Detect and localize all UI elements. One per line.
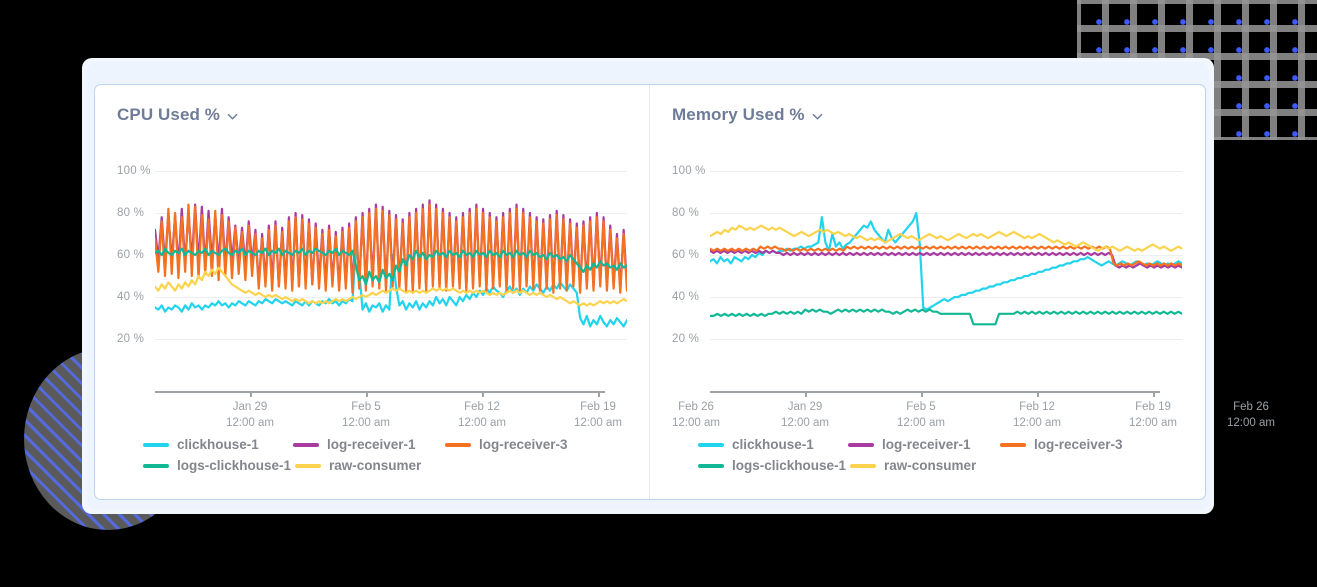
panel-memory-used: Memory Used % 100 % 80 % 60 % 40 % 20 % …: [650, 85, 1275, 499]
legend-label: raw-consumer: [329, 458, 422, 473]
y-axis-label: 80 %: [672, 207, 700, 219]
legend-memory: clickhouse-1 log-receiver-1 log-receiver…: [698, 437, 1198, 473]
y-axis-label: 60 %: [117, 249, 145, 261]
legend-item-log-receiver-1[interactable]: log-receiver-1: [293, 437, 445, 452]
legend-swatch: [295, 463, 321, 468]
legend-item-raw-consumer[interactable]: raw-consumer: [295, 458, 455, 473]
x-axis-tick-label: Feb 12 12:00 am: [1013, 401, 1061, 429]
legend-item-raw-consumer[interactable]: raw-consumer: [850, 458, 1010, 473]
legend-label: logs-clickhouse-1: [177, 458, 292, 473]
legend-swatch: [850, 463, 876, 468]
legend-item-clickhouse-1[interactable]: clickhouse-1: [698, 437, 848, 452]
legend-label: clickhouse-1: [177, 437, 259, 452]
plot-area-memory: 100 % 80 % 60 % 40 % 20 %: [672, 163, 1182, 393]
panel-title-memory[interactable]: Memory Used %: [672, 105, 823, 125]
legend-label: raw-consumer: [884, 458, 977, 473]
legend-label: log-receiver-1: [327, 437, 416, 452]
legend-item-log-receiver-3[interactable]: log-receiver-3: [445, 437, 605, 452]
line-chart-memory: [710, 163, 1182, 393]
x-axis-tick-label: Feb 5 12:00 am: [342, 401, 390, 429]
x-axis-tick-label: Feb 12 12:00 am: [458, 401, 506, 429]
legend-swatch: [698, 463, 724, 468]
legend-swatch: [143, 463, 169, 468]
plot-area-cpu: 100 % 80 % 60 % 40 % 20 %: [117, 163, 627, 393]
legend-swatch: [445, 442, 471, 447]
legend-item-clickhouse-1[interactable]: clickhouse-1: [143, 437, 293, 452]
legend-swatch: [848, 442, 874, 447]
legend-label: log-receiver-3: [1034, 437, 1123, 452]
y-axis-label: 80 %: [117, 207, 145, 219]
legend-swatch: [143, 442, 169, 447]
x-axis-line: [710, 391, 1160, 393]
legend-swatch: [1000, 442, 1026, 447]
x-axis-tick-label: Jan 29 12:00 am: [781, 401, 829, 429]
y-axis-label: 40 %: [672, 291, 700, 303]
y-axis-label: 60 %: [672, 249, 700, 261]
legend-label: log-receiver-3: [479, 437, 568, 452]
legend-label: logs-clickhouse-1: [732, 458, 847, 473]
panel-title-memory-label: Memory Used %: [672, 105, 805, 124]
x-axis-tick-label: Feb 19 12:00 am: [1129, 401, 1177, 429]
x-axis-tick-label: Feb 26 12:00 am: [1227, 401, 1275, 429]
y-axis-label: 100 %: [117, 165, 151, 177]
legend-item-log-receiver-1[interactable]: log-receiver-1: [848, 437, 1000, 452]
panel-cpu-used: CPU Used % 100 % 80 % 60 % 40 % 20 % Jan…: [95, 85, 720, 499]
legend-label: log-receiver-1: [882, 437, 971, 452]
legend-item-logs-clickhouse-1[interactable]: logs-clickhouse-1: [698, 458, 850, 473]
x-axis-tick-label: Feb 19 12:00 am: [574, 401, 622, 429]
x-axis-tick-label: Jan 29 12:00 am: [226, 401, 274, 429]
legend-item-log-receiver-3[interactable]: log-receiver-3: [1000, 437, 1160, 452]
line-chart-cpu: [155, 163, 627, 393]
x-axis-tick-label: Feb 5 12:00 am: [897, 401, 945, 429]
x-axis-line: [155, 391, 605, 393]
legend-swatch: [698, 442, 724, 447]
y-axis-label: 100 %: [672, 165, 706, 177]
legend-cpu: clickhouse-1 log-receiver-1 log-receiver…: [143, 437, 643, 473]
y-axis-label: 20 %: [117, 333, 145, 345]
y-axis-label: 40 %: [117, 291, 145, 303]
legend-item-logs-clickhouse-1[interactable]: logs-clickhouse-1: [143, 458, 295, 473]
legend-label: clickhouse-1: [732, 437, 814, 452]
y-axis-label: 20 %: [672, 333, 700, 345]
legend-swatch: [293, 442, 319, 447]
dashboard-chart-card: CPU Used % 100 % 80 % 60 % 40 % 20 % Jan…: [94, 84, 1275, 500]
chevron-down-icon[interactable]: [227, 111, 238, 122]
chevron-down-icon[interactable]: [812, 111, 823, 122]
panel-title-cpu[interactable]: CPU Used %: [117, 105, 238, 125]
panel-title-cpu-label: CPU Used %: [117, 105, 221, 124]
